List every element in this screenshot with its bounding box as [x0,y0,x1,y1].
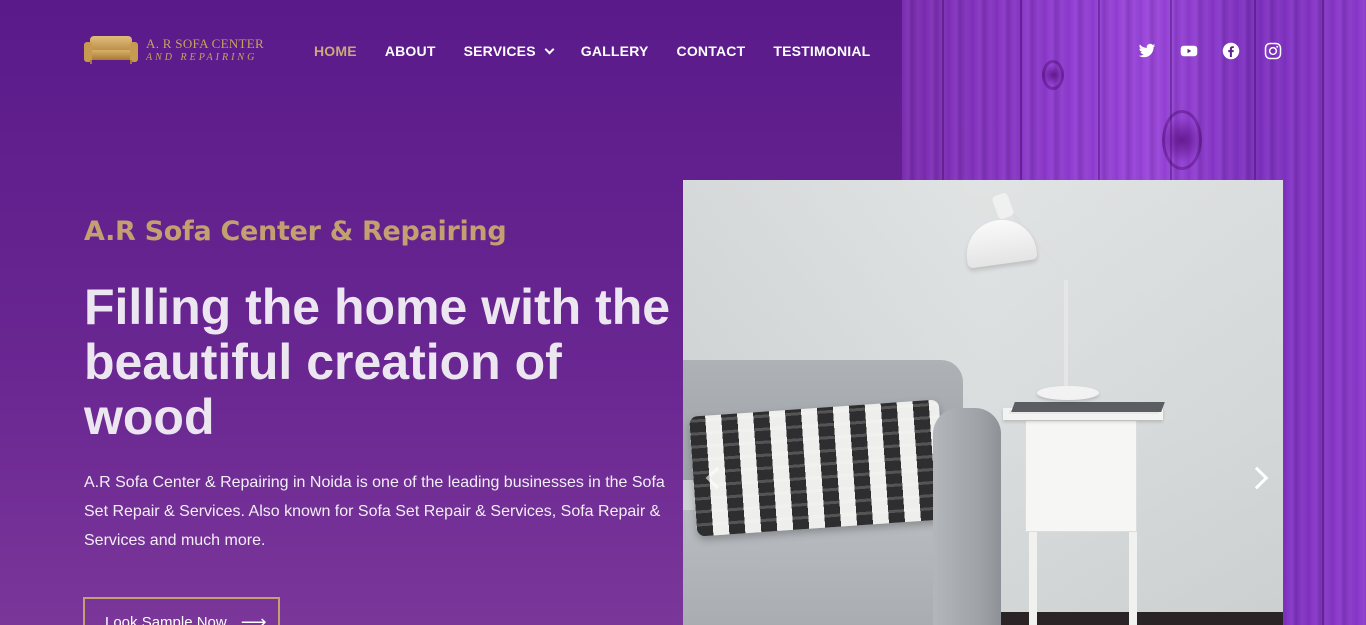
nav-label: GALLERY [580,43,649,59]
sofa-logo-icon [84,34,138,66]
nav-label: CONTACT [676,43,746,59]
nav-label: ABOUT [384,43,436,59]
logo-line-1: A. R SOFA CENTER [146,35,264,51]
lamp-pole [1064,280,1068,390]
logo-line-2: AND REPAIRING [146,51,258,63]
nav-item-gallery[interactable]: GALLERY [581,43,649,59]
nav-label: SERVICES [463,43,536,59]
hero-subtitle: A.R Sofa Center & Repairing [84,216,507,247]
hero-image-slider [683,180,1283,625]
nav-item-home[interactable]: HOME [314,43,357,59]
wood-knot [1042,60,1064,90]
book [1011,402,1165,412]
facebook-icon[interactable] [1222,42,1240,60]
look-sample-button[interactable]: Look Sample Now ⟶ [83,597,280,625]
site-logo[interactable]: A. R SOFA CENTER AND REPAIRING [84,34,264,66]
lamp-base [1037,386,1099,400]
cta-label: Look Sample Now [105,613,227,625]
nav-item-testimonial[interactable]: TESTIMONIAL [773,43,870,59]
arrow-right-icon: ⟶ [240,611,267,625]
twitter-icon[interactable] [1138,42,1156,60]
nav-item-about[interactable]: ABOUT [385,43,436,59]
table-leg [1129,532,1137,625]
youtube-icon[interactable] [1180,42,1198,60]
sofa-armrest [933,408,1001,625]
hero-description: A.R Sofa Center & Repairing in Noida is … [84,474,665,549]
instagram-icon[interactable] [1264,42,1282,60]
nav-label: HOME [314,43,357,59]
main-nav: HOME ABOUT SERVICES GALLERY CONTACT TEST… [314,43,870,59]
striped-pillow [689,399,947,537]
wood-groove [1322,0,1324,625]
nav-label: TESTIMONIAL [773,43,871,59]
hero-headline: Filling the home with the beautiful crea… [84,279,671,445]
side-table [1025,420,1137,532]
nav-item-contact[interactable]: CONTACT [677,43,746,59]
chevron-down-icon [544,44,555,54]
nav-item-services[interactable]: SERVICES [463,43,555,59]
social-links [1138,42,1282,60]
table-leg [1029,532,1037,625]
logo-text: A. R SOFA CENTER AND REPAIRING [146,35,264,63]
wood-knot [1162,110,1202,170]
